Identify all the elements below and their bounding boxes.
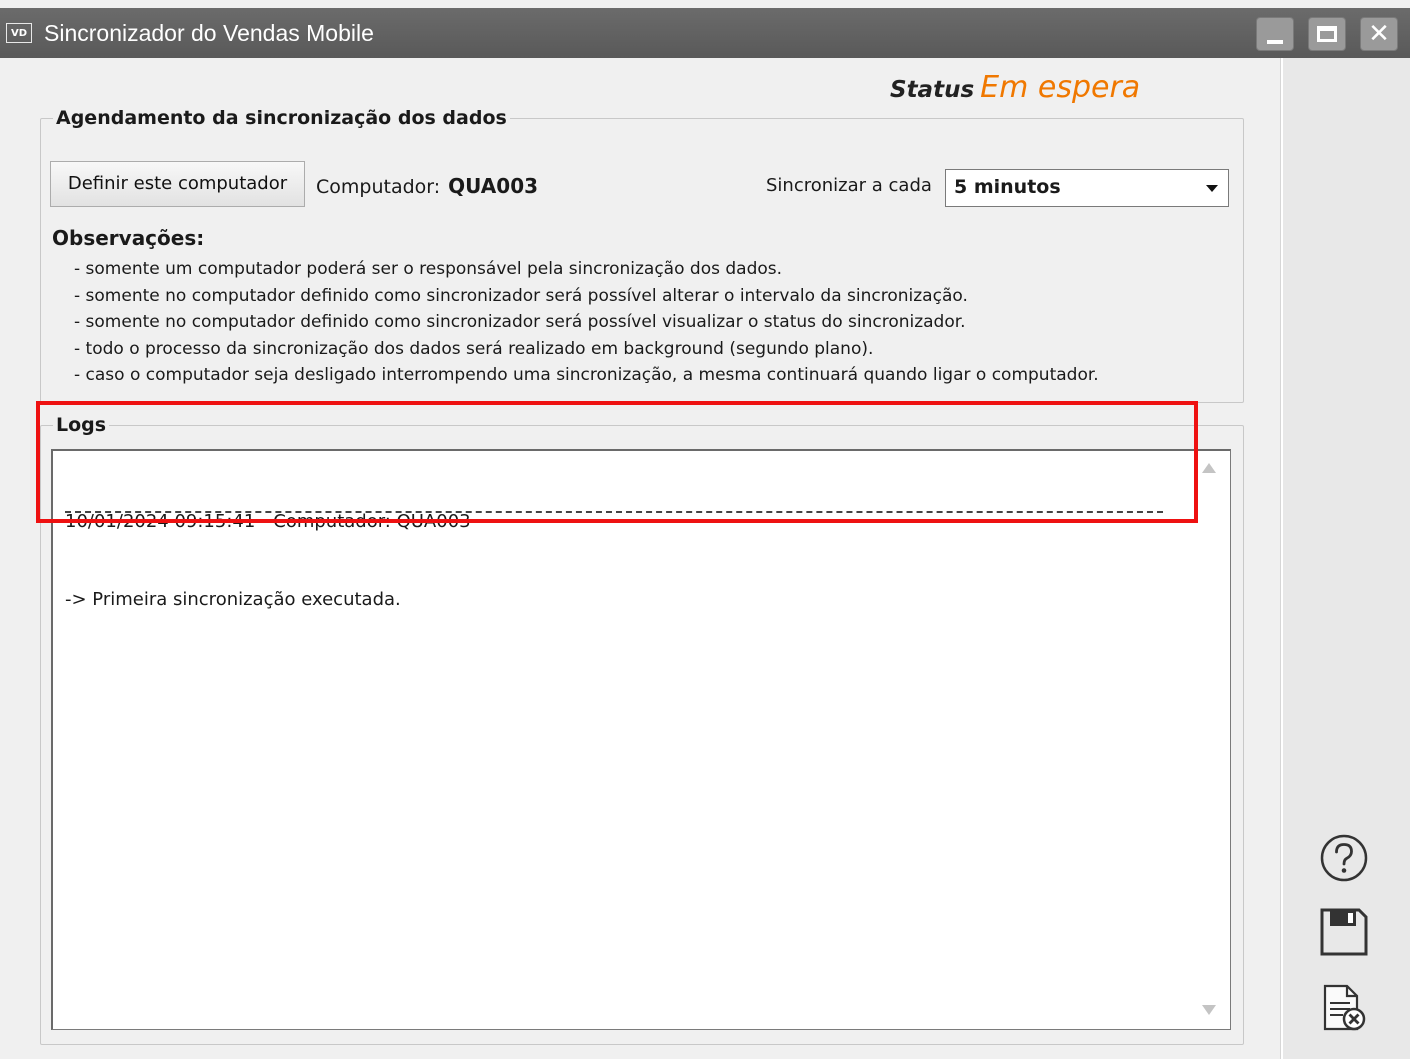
computer-value: QUA003 [448,174,539,198]
observation-item: - somente no computador definido como si… [74,312,966,332]
save-icon[interactable] [1319,907,1369,957]
scroll-up-icon[interactable] [1202,463,1216,473]
minimize-button[interactable] [1256,17,1294,51]
status-label: Status [890,77,975,103]
close-icon: ✕ [1368,19,1390,49]
observation-item: - caso o computador seja desligado inter… [74,365,1099,385]
chevron-down-icon[interactable] [1199,175,1225,201]
status-indicator: Status Em espera [890,70,1140,110]
sync-interval-value: 5 minutos [954,176,1061,198]
log-line: -> Primeira sincronização executada. [65,589,401,610]
status-value: Em espera [980,70,1141,105]
cancel-document-icon[interactable] [1319,983,1369,1033]
close-button[interactable]: ✕ [1360,17,1398,51]
computer-label: Computador: [316,176,441,198]
help-icon[interactable] [1319,833,1369,883]
maximize-button[interactable] [1308,17,1346,51]
observation-item: - somente um computador poderá ser o res… [74,259,783,279]
scroll-down-icon[interactable] [1202,1005,1216,1015]
define-computer-button[interactable]: Definir este computador [50,161,305,207]
observations-list: - somente um computador poderá ser o res… [74,256,1099,389]
schedule-group-title: Agendamento da sincronização dos dados [53,105,510,131]
window-title: Sincronizador do Vendas Mobile [44,20,374,46]
sync-interval-select[interactable]: 5 minutos [945,169,1229,207]
logs-textarea[interactable]: 10/01/2024 09:15:41 - Computador: QUA003… [51,449,1231,1030]
observation-item: - todo o processo da sincronização dos d… [74,338,874,359]
title-bar: VD Sincronizador do Vendas Mobile ✕ [0,8,1410,58]
computer-info: Computador: QUA003 [316,174,538,198]
observation-item: - somente no computador definido como si… [74,285,968,306]
app-icon: VD [6,23,32,43]
sync-interval-label: Sincronizar a cada [766,175,932,196]
observations-title: Observações: [52,226,205,250]
annotation-highlight [36,401,1198,523]
